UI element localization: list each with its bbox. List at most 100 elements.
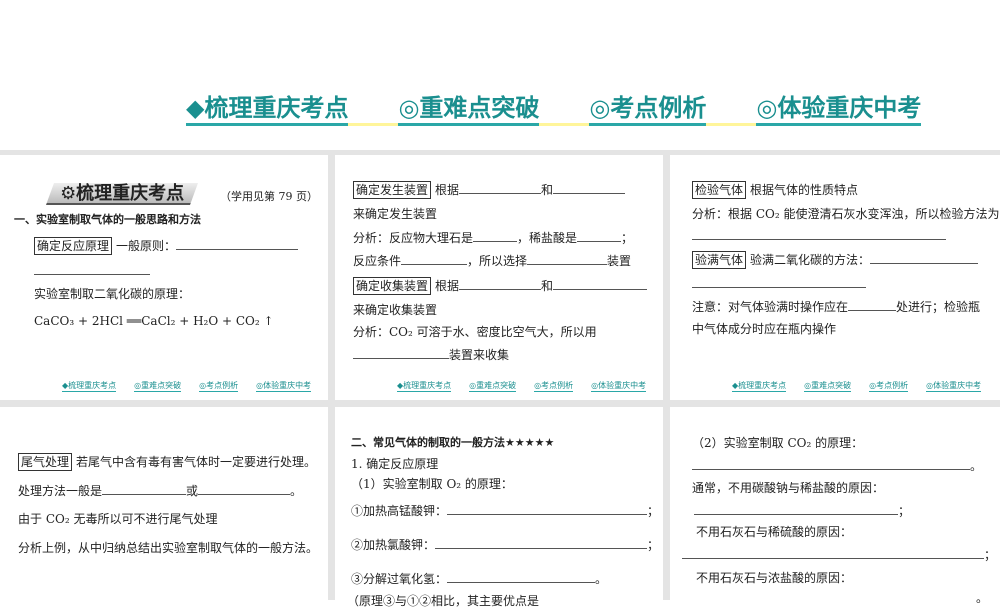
text: ； — [984, 548, 997, 562]
blank — [459, 180, 542, 194]
mini-nav-item[interactable]: ◎重难点突破 — [804, 381, 852, 392]
section-banner: ⚙ 梳理重庆考点 — [45, 182, 199, 207]
blank — [34, 261, 150, 275]
mini-nav-item[interactable]: ◆梳理重庆考点 — [732, 381, 787, 392]
text: 。 — [290, 484, 303, 498]
mini-nav: ◆梳理重庆考点 ◎重难点突破 ◎考点例析 ◎体验重庆中考 — [62, 381, 312, 392]
label-box: 确定反应原理 — [34, 237, 113, 255]
nav-review-points[interactable]: ◆梳理重庆考点 — [186, 93, 349, 126]
text: 不用石灰石与稀硫酸的原因： — [696, 525, 853, 539]
text: （1）实验室制取 O₂ 的原理： — [351, 477, 513, 491]
mini-nav-item[interactable]: ◆梳理重庆考点 — [62, 381, 117, 392]
slide-6[interactable]: （2）实验室制取 CO₂ 的原理： 。 通常，不用碳酸钠与稀盐酸的原因： ； 不… — [670, 407, 1000, 605]
text: ； — [647, 538, 660, 552]
text: 处进行；检验瓶 — [896, 300, 981, 314]
blank — [435, 535, 648, 549]
text: （2）实验室制取 CO₂ 的原理： — [692, 436, 864, 450]
slide-3[interactable]: 检验气体 根据气体的性质特点 分析：根据 CO₂ 能使澄清石灰水变浑浊，所以检验方… — [670, 155, 1000, 400]
blank — [553, 276, 648, 290]
blank — [694, 501, 898, 515]
section-heading: 一、实验室制取气体的一般思路和方法 — [14, 213, 201, 226]
text: ，稀盐酸是 — [517, 231, 578, 245]
blank — [447, 501, 648, 515]
text: 。 — [976, 591, 989, 605]
blank — [527, 251, 608, 265]
mini-nav-item[interactable]: ◆梳理重庆考点 — [397, 381, 452, 392]
text: ①加热高锰酸钾： — [351, 504, 448, 518]
blank — [447, 569, 596, 583]
blank — [401, 251, 468, 265]
text: ； — [621, 231, 634, 245]
text: 来确定收集装置 — [353, 303, 438, 317]
text: ，所以选择 — [467, 254, 528, 268]
nav-examples[interactable]: ◎考点例析 — [589, 93, 707, 126]
text: 和 — [541, 279, 554, 293]
blank — [692, 274, 866, 288]
text: 由于 CO₂ 无毒所以可不进行尾气处理 — [18, 512, 218, 526]
blank — [176, 236, 299, 250]
blank — [198, 481, 291, 495]
text: 或 — [186, 484, 199, 498]
text: 分析：根据 CO₂ 能使澄清石灰水变浑浊，所以检验方法为 — [692, 207, 1000, 221]
equation: CaCO₃ + 2HCl ══CaCl₂ + H₂O + CO₂ ↑ — [34, 314, 274, 328]
blank — [473, 228, 518, 242]
mini-nav: ◆梳理重庆考点 ◎重难点突破 ◎考点例析 ◎体验重庆中考 — [397, 381, 647, 392]
blank — [102, 481, 187, 495]
mini-nav-item[interactable]: ◎重难点突破 — [469, 381, 517, 392]
text: 验满二氧化碳的方法： — [750, 253, 871, 267]
text: 通常，不用碳酸钠与稀盐酸的原因： — [692, 481, 885, 495]
text: （原理③与①②相比，其主要优点是 — [347, 594, 540, 608]
top-bar: ◆梳理重庆考点 ◎重难点突破 ◎考点例析 ◎体验重庆中考 — [0, 0, 1000, 150]
mini-nav-item[interactable]: ◎重难点突破 — [134, 381, 182, 392]
mini-nav-item[interactable]: ◎体验重庆中考 — [256, 381, 312, 392]
text: 装置来收集 — [449, 348, 510, 362]
mini-nav: ◆梳理重庆考点 ◎重难点突破 ◎考点例析 ◎体验重庆中考 — [732, 381, 982, 392]
section-nav: ◆梳理重庆考点 ◎重难点突破 ◎考点例析 ◎体验重庆中考 — [186, 93, 922, 126]
text: 根据气体的性质特点 — [750, 183, 859, 197]
mini-nav-item[interactable]: ◎体验重庆中考 — [591, 381, 647, 392]
mini-nav-item[interactable]: ◎考点例析 — [534, 381, 574, 392]
text: 实验室制取二氧化碳的原理： — [34, 287, 191, 301]
text: 处理方法一般是 — [18, 484, 103, 498]
mini-nav-item[interactable]: ◎考点例析 — [199, 381, 239, 392]
label-box: 确定收集装置 — [353, 277, 432, 295]
text: 根据 — [435, 279, 460, 293]
text: 根据 — [435, 183, 460, 197]
text: ②加热氯酸钾： — [351, 538, 436, 552]
text: 中气体成分时应在瓶内操作 — [692, 322, 837, 336]
blank — [692, 456, 970, 470]
blank — [682, 545, 984, 559]
label-box: 检验气体 — [692, 181, 747, 199]
page-ref: （学用见第 79 页） — [220, 190, 318, 203]
label-box: 尾气处理 — [18, 453, 73, 471]
label-box: 验满气体 — [692, 251, 747, 269]
text: 分析上例，从中归纳总结出实验室制取气体的一般方法。 — [18, 541, 319, 555]
text: 。 — [970, 459, 983, 473]
section-heading: 二、常见气体的制取的一般方法★★★★★ — [351, 436, 555, 449]
text: 来确定发生装置 — [353, 207, 438, 221]
blank — [553, 180, 626, 194]
blank — [459, 276, 542, 290]
text: 和 — [541, 183, 554, 197]
slide-4[interactable]: 尾气处理 若尾气中含有毒有害气体时一定要进行处理。 处理方法一般是 或 。 由于 CO… — [0, 407, 328, 600]
text: 若尾气中含有毒有害气体时一定要进行处理。 — [76, 455, 317, 469]
text: 反应条件 — [353, 254, 402, 268]
text: 注意：对气体验满时操作应在 — [692, 300, 849, 314]
mini-nav-item[interactable]: ◎考点例析 — [869, 381, 909, 392]
text: 分析：反应物大理石是 — [353, 231, 474, 245]
gear-icon: ⚙ — [60, 182, 77, 204]
text: 。 — [595, 572, 608, 586]
text: 一般原则： — [116, 239, 177, 253]
slide-5[interactable]: 二、常见气体的制取的一般方法★★★★★ 1. 确定反应原理 （1）实验室制取 O… — [335, 407, 663, 608]
text: ； — [898, 504, 911, 518]
text: ③分解过氧化氢： — [351, 572, 448, 586]
mini-nav-item[interactable]: ◎体验重庆中考 — [926, 381, 982, 392]
nav-key-difficulties[interactable]: ◎重难点突破 — [398, 93, 540, 126]
blank — [870, 250, 979, 264]
slide-1[interactable]: ⚙ 梳理重庆考点 （学用见第 79 页） 一、实验室制取气体的一般思路和方法 确… — [0, 155, 328, 400]
nav-exam-experience[interactable]: ◎体验重庆中考 — [756, 93, 922, 126]
slide-2[interactable]: 确定发生装置 根据和 来确定发生装置 分析：反应物大理石是 ，稀盐酸是； 反应条件，… — [335, 155, 663, 400]
blank — [848, 297, 897, 311]
blank — [577, 228, 622, 242]
text: 不用石灰石与浓盐酸的原因： — [696, 571, 853, 585]
